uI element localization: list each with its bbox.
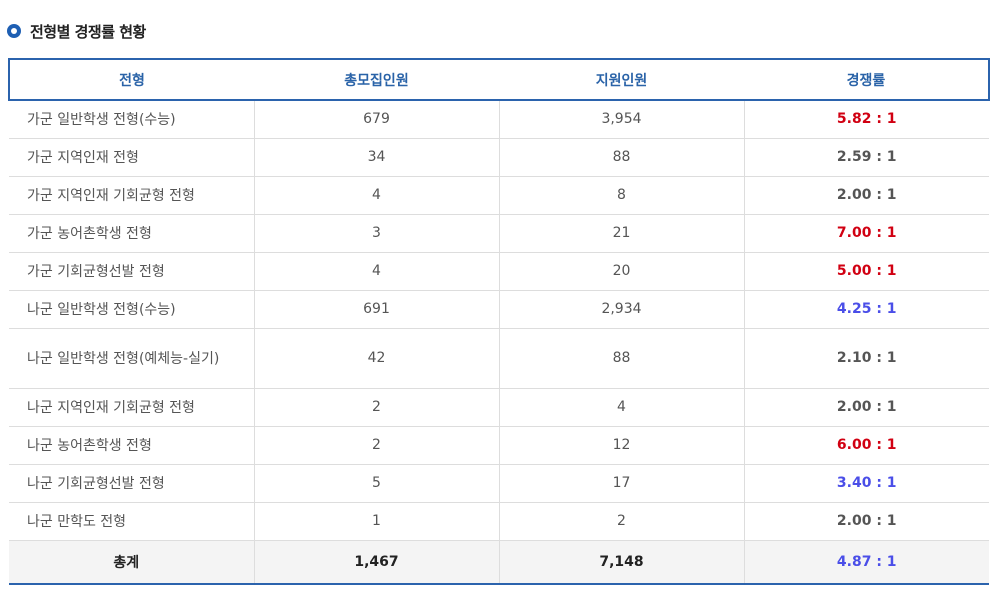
- cell-admission-type: 나군 일반학생 전형(예체능-실기): [9, 328, 254, 389]
- cell-admission-type: 가군 지역인재 기회균형 전형: [9, 176, 254, 215]
- cell-rate: 5.00 : 1: [743, 252, 989, 291]
- cell-rate: 2.59 : 1: [743, 138, 989, 177]
- total-quota: 1,467: [253, 540, 499, 585]
- radio-bullet-icon: [7, 24, 21, 38]
- total-applicants: 7,148: [498, 540, 744, 585]
- cell-admission-type: 나군 농어촌학생 전형: [9, 426, 254, 465]
- cell-applicants: 21: [498, 214, 744, 253]
- total-label: 총계: [9, 540, 254, 585]
- cell-applicants: 3,954: [498, 100, 744, 139]
- table-row: 나군 지역인재 기회균형 전형 2 4 2.00 : 1: [9, 388, 989, 427]
- cell-rate: 7.00 : 1: [743, 214, 989, 253]
- cell-rate: 2.00 : 1: [743, 176, 989, 215]
- table-row: 나군 만학도 전형 1 2 2.00 : 1: [9, 502, 989, 541]
- table-header-row: 전형 총모집인원 지원인원 경쟁률: [8, 58, 990, 101]
- cell-applicants: 4: [498, 388, 744, 427]
- table-body: 가군 일반학생 전형(수능) 679 3,954 5.82 : 1 가군 지역인…: [9, 100, 989, 585]
- cell-quota: 2: [253, 426, 499, 465]
- header-total-quota: 총모집인원: [254, 58, 499, 101]
- cell-admission-type: 나군 지역인재 기회균형 전형: [9, 388, 254, 427]
- cell-quota: 4: [253, 176, 499, 215]
- cell-applicants: 12: [498, 426, 744, 465]
- table-row: 나군 일반학생 전형(예체능-실기) 42 88 2.10 : 1: [9, 328, 989, 389]
- cell-applicants: 88: [498, 328, 744, 389]
- cell-rate: 3.40 : 1: [743, 464, 989, 503]
- cell-admission-type: 나군 일반학생 전형(수능): [9, 290, 254, 329]
- cell-admission-type: 가군 기회균형선발 전형: [9, 252, 254, 291]
- section-header: 전형별 경쟁률 현황: [7, 18, 146, 44]
- table-row: 나군 일반학생 전형(수능) 691 2,934 4.25 : 1: [9, 290, 989, 329]
- cell-quota: 3: [253, 214, 499, 253]
- total-rate: 4.87 : 1: [743, 540, 989, 585]
- table-row: 나군 농어촌학생 전형 2 12 6.00 : 1: [9, 426, 989, 465]
- cell-quota: 4: [253, 252, 499, 291]
- cell-applicants: 2,934: [498, 290, 744, 329]
- cell-admission-type: 가군 일반학생 전형(수능): [9, 100, 254, 139]
- table-row: 나군 기회균형선발 전형 5 17 3.40 : 1: [9, 464, 989, 503]
- cell-quota: 1: [253, 502, 499, 541]
- cell-admission-type: 가군 지역인재 전형: [9, 138, 254, 177]
- cell-rate: 2.00 : 1: [743, 502, 989, 541]
- total-row: 총계 1,467 7,148 4.87 : 1: [9, 540, 989, 585]
- header-applicants: 지원인원: [499, 58, 744, 101]
- cell-admission-type: 나군 기회균형선발 전형: [9, 464, 254, 503]
- table-row: 가군 농어촌학생 전형 3 21 7.00 : 1: [9, 214, 989, 253]
- table-row: 가군 일반학생 전형(수능) 679 3,954 5.82 : 1: [9, 100, 989, 139]
- cell-applicants: 2: [498, 502, 744, 541]
- cell-applicants: 20: [498, 252, 744, 291]
- cell-applicants: 88: [498, 138, 744, 177]
- header-admission-type: 전형: [8, 58, 254, 101]
- cell-admission-type: 나군 만학도 전형: [9, 502, 254, 541]
- cell-quota: 679: [253, 100, 499, 139]
- header-competition-rate: 경쟁률: [744, 58, 990, 101]
- cell-quota: 34: [253, 138, 499, 177]
- cell-quota: 691: [253, 290, 499, 329]
- cell-applicants: 17: [498, 464, 744, 503]
- cell-rate: 4.25 : 1: [743, 290, 989, 329]
- competition-rate-table: 전형 총모집인원 지원인원 경쟁률 가군 일반학생 전형(수능) 679 3,9…: [8, 58, 990, 585]
- cell-admission-type: 가군 농어촌학생 전형: [9, 214, 254, 253]
- cell-quota: 42: [253, 328, 499, 389]
- cell-applicants: 8: [498, 176, 744, 215]
- cell-quota: 2: [253, 388, 499, 427]
- table-row: 가군 지역인재 전형 34 88 2.59 : 1: [9, 138, 989, 177]
- table-row: 가군 지역인재 기회균형 전형 4 8 2.00 : 1: [9, 176, 989, 215]
- cell-rate: 2.00 : 1: [743, 388, 989, 427]
- cell-rate: 2.10 : 1: [743, 328, 989, 389]
- cell-quota: 5: [253, 464, 499, 503]
- section-title: 전형별 경쟁률 현황: [30, 22, 146, 41]
- cell-rate: 6.00 : 1: [743, 426, 989, 465]
- cell-rate: 5.82 : 1: [743, 100, 989, 139]
- table-row: 가군 기회균형선발 전형 4 20 5.00 : 1: [9, 252, 989, 291]
